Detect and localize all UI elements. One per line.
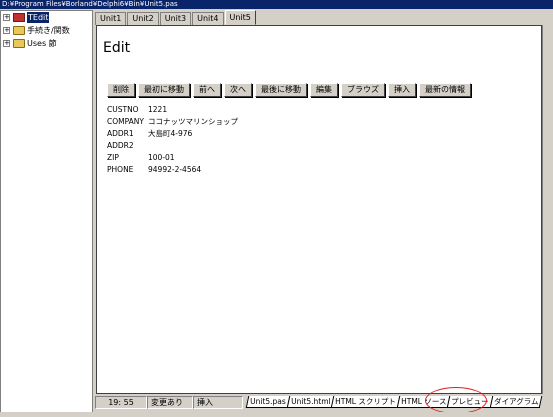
field-label: CUSTNO	[107, 105, 139, 114]
insert-mode: 挿入	[193, 396, 243, 409]
window-title: D:¥Program Files¥Borland¥Delphi6¥Bin¥Uni…	[0, 0, 553, 9]
field-label: ADDR2	[107, 141, 134, 150]
tree-item-label[interactable]: 手続き/関数	[27, 24, 70, 37]
tab-unit5-html[interactable]: Unit5.html	[286, 396, 335, 408]
delete-button[interactable]: 削除	[107, 83, 135, 97]
unit-tabs: Unit1 Unit2 Unit3 Unit4 Unit5	[95, 10, 257, 25]
tab-label: Unit5.pas	[250, 397, 286, 406]
tab-unit5[interactable]: Unit5	[224, 10, 256, 25]
window-bottom-edge	[0, 412, 553, 417]
browse-button[interactable]: ブラウズ	[341, 83, 385, 97]
last-button[interactable]: 最後に移動	[255, 83, 307, 97]
edit-button[interactable]: 編集	[310, 83, 338, 97]
next-button[interactable]: 次へ	[224, 83, 252, 97]
navigator-buttons: 削除 最初に移動 前へ 次へ 最後に移動 編集 ブラウズ 挿入 最新の情報	[107, 83, 474, 97]
tab-unit4[interactable]: Unit4	[192, 12, 224, 25]
editor-view-tabs: Unit5.pas Unit5.html HTML スクリプト HTML ソース…	[245, 396, 543, 409]
folder-icon	[13, 39, 25, 48]
tab-unit1[interactable]: Unit1	[95, 12, 127, 25]
component-icon	[13, 13, 25, 22]
field-row: PHONE 94992-2-4564	[107, 164, 238, 176]
tab-unit3[interactable]: Unit3	[159, 12, 192, 25]
vertical-scrollbar[interactable]	[542, 25, 553, 394]
first-button[interactable]: 最初に移動	[138, 83, 190, 97]
highlight-circle	[425, 387, 487, 414]
modified-status: 変更あり	[147, 396, 193, 409]
cursor-position: 19: 55	[95, 396, 147, 409]
tab-unit5-pas[interactable]: Unit5.pas	[245, 396, 290, 408]
field-label: COMPANY	[107, 117, 144, 126]
insert-button[interactable]: 挿入	[388, 83, 416, 97]
tree-item-procedures[interactable]: + 手続き/関数	[1, 24, 92, 37]
preview-pane: Edit 削除 最初に移動 前へ 次へ 最後に移動 編集 ブラウズ 挿入 最新の…	[96, 25, 542, 394]
record-fields: CUSTNO 1221 COMPANY ココナッツマリンショップ ADDR1 大島町4…	[107, 104, 238, 176]
code-explorer-tree[interactable]: + TEdit + 手続き/関数 + Uses 節	[0, 10, 93, 417]
tree-item-uses[interactable]: + Uses 節	[1, 37, 92, 50]
tab-label: HTML スクリプト	[335, 397, 397, 406]
field-value: 1221	[148, 105, 168, 114]
field-row: ADDR1 大島町4-976	[107, 128, 238, 140]
field-value: ココナッツマリンショップ	[148, 117, 238, 126]
expand-icon[interactable]: +	[3, 40, 10, 47]
field-value: 100-01	[148, 153, 175, 162]
tab-label: Unit5.html	[290, 397, 331, 406]
tree-item-tedit[interactable]: + TEdit	[1, 11, 92, 24]
field-label: PHONE	[107, 165, 134, 174]
field-row: ZIP 100-01	[107, 152, 238, 164]
refresh-button[interactable]: 最新の情報	[419, 83, 471, 97]
field-label: ADDR1	[107, 129, 134, 138]
prior-button[interactable]: 前へ	[193, 83, 221, 97]
field-value: 大島町4-976	[148, 129, 193, 138]
expand-icon[interactable]: +	[3, 14, 10, 21]
field-value: 94992-2-4564	[148, 165, 202, 174]
field-row: CUSTNO 1221	[107, 104, 238, 116]
field-row: COMPANY ココナッツマリンショップ	[107, 116, 238, 128]
tab-html-script[interactable]: HTML スクリプト	[330, 396, 401, 408]
folder-icon	[13, 26, 25, 35]
tree-item-label[interactable]: TEdit	[27, 12, 50, 23]
tab-label: ダイアグラム	[493, 397, 539, 406]
field-row: ADDR2	[107, 140, 238, 152]
tab-diagram[interactable]: ダイアグラム	[489, 396, 543, 408]
expand-icon[interactable]: +	[3, 27, 10, 34]
tree-item-label[interactable]: Uses 節	[27, 37, 57, 50]
tab-unit2[interactable]: Unit2	[127, 12, 159, 25]
page-title: Edit	[103, 40, 131, 56]
field-label: ZIP	[107, 153, 119, 162]
